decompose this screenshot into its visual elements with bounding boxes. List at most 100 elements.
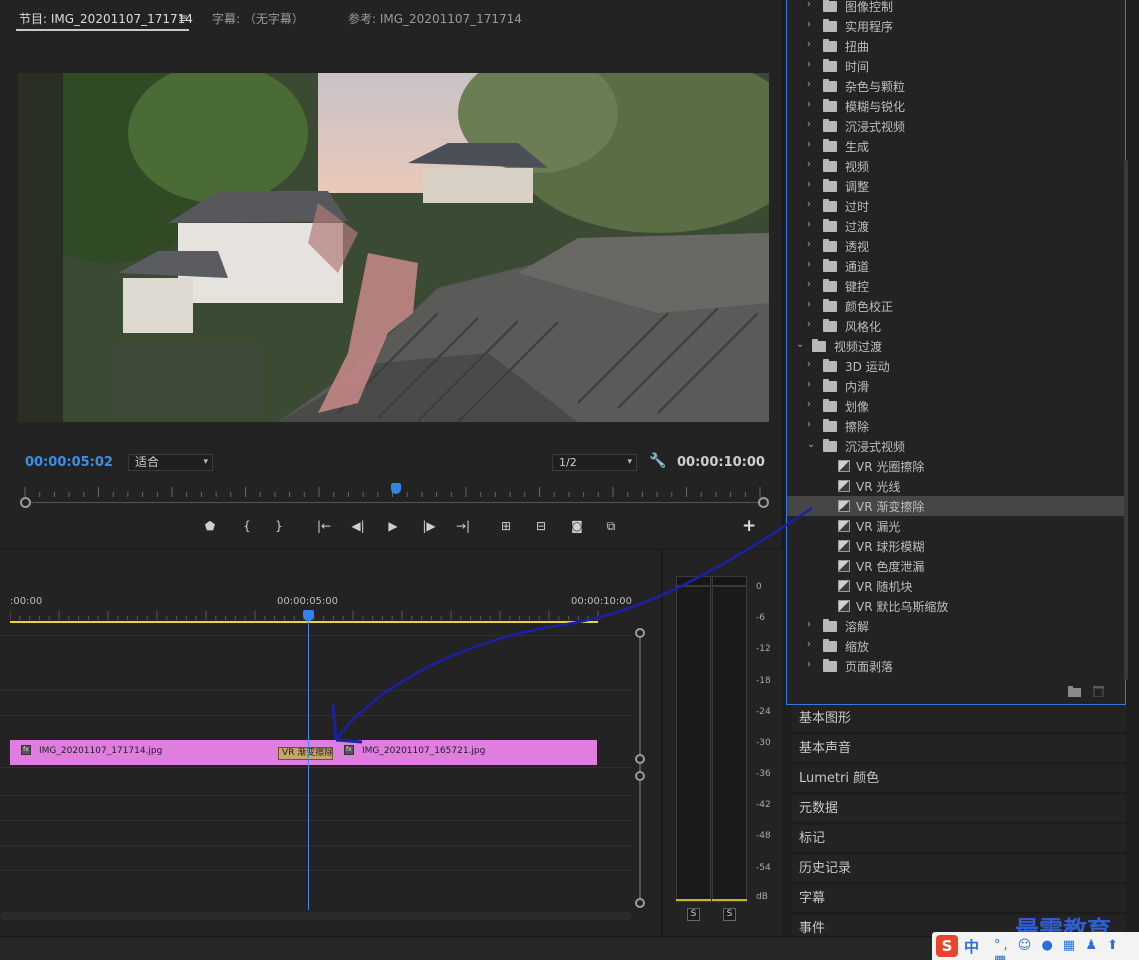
effect-folder[interactable]: › 调整	[787, 176, 1125, 196]
go-to-in-icon[interactable]: |←	[313, 516, 335, 536]
effect-folder[interactable]: › 杂色与颗粒	[787, 76, 1125, 96]
chevron-right-icon: ›	[807, 79, 811, 90]
transition-folder[interactable]: › 缩放	[787, 636, 1125, 656]
transition-folder[interactable]: › 3D 运动	[787, 356, 1125, 376]
effect-folder[interactable]: › 透视	[787, 236, 1125, 256]
horizontal-scrollbar[interactable]	[0, 912, 632, 920]
transition-folder[interactable]: › 划像	[787, 396, 1125, 416]
ime-toolbar[interactable]: S 中 °, ☺ ● ▦ ♟ ⬆ ▦	[932, 932, 1139, 960]
video-frame[interactable]	[18, 73, 769, 422]
work-area-bar[interactable]	[10, 621, 598, 623]
effect-folder[interactable]: › 沉浸式视频	[787, 116, 1125, 136]
folder-label: 划像	[845, 400, 870, 414]
effect-folder[interactable]: › 视频	[787, 156, 1125, 176]
timeline-playhead-line	[308, 617, 309, 910]
transition-item-selected[interactable]: VR 渐变擦除	[787, 496, 1125, 516]
transition-on-clip[interactable]: VR 渐变擦除	[278, 747, 333, 760]
fx-icon: fx	[344, 745, 354, 755]
transition-folder[interactable]: › 擦除	[787, 416, 1125, 436]
transition-effect-icon	[838, 500, 850, 512]
mark-out-icon[interactable]: }	[268, 516, 290, 536]
transition-item[interactable]: VR 球形模糊	[787, 536, 1125, 556]
transition-item[interactable]: VR 漏光	[787, 516, 1125, 536]
chevron-right-icon: ›	[807, 219, 811, 230]
track-scrollbar[interactable]	[639, 633, 641, 903]
tab-program[interactable]: 节目: IMG_20201107_171714	[19, 10, 193, 27]
panel-essential-graphics[interactable]: 基本图形	[792, 705, 1126, 733]
ime-tools-icon[interactable]: °, ☺ ● ▦ ♟ ⬆ ▦	[994, 938, 1139, 960]
panel-captions[interactable]: 字幕	[792, 885, 1126, 913]
transition-folder-immersive[interactable]: ⌄ 沉浸式视频	[787, 436, 1125, 456]
transition-folder[interactable]: › 页面剥落	[787, 656, 1125, 676]
zoom-fit-value: 适合	[135, 455, 160, 469]
trash-icon[interactable]	[1092, 686, 1105, 697]
folder-label: 3D 运动	[845, 360, 890, 374]
effect-folder-image-control[interactable]: › 图像控制	[787, 0, 1125, 16]
panel-essential-sound[interactable]: 基本声音	[792, 735, 1126, 763]
solo-left-button[interactable]: S	[687, 908, 700, 921]
solo-right-button[interactable]: S	[723, 908, 736, 921]
extract-icon[interactable]: ⊟	[530, 516, 552, 536]
panel-markers[interactable]: 标记	[792, 825, 1126, 853]
zoom-fit-select[interactable]: 适合 ▾	[128, 454, 213, 471]
tab-captions[interactable]: 字幕: （无字幕）	[212, 10, 304, 27]
monitor-playhead[interactable]	[391, 483, 401, 494]
timeline-playhead[interactable]	[303, 610, 314, 621]
chevron-right-icon: ›	[807, 0, 811, 10]
scrub-bar[interactable]	[25, 502, 763, 503]
video-clip-1[interactable]: fx IMG_20201107_171714.jpg	[10, 740, 306, 765]
transition-folder[interactable]: › 内滑	[787, 376, 1125, 396]
panel-metadata[interactable]: 元数据	[792, 795, 1126, 823]
current-timecode[interactable]: 00:00:05:02	[25, 455, 113, 470]
ime-mode[interactable]: 中	[964, 936, 979, 957]
effect-folder[interactable]: › 实用程序	[787, 16, 1125, 36]
step-back-icon[interactable]: ◀|	[347, 516, 369, 536]
export-frame-camera-icon[interactable]: ◙	[566, 516, 588, 536]
effect-folder[interactable]: › 模糊与锐化	[787, 96, 1125, 116]
transition-folder[interactable]: › 溶解	[787, 616, 1125, 636]
new-bin-folder-icon[interactable]	[1068, 686, 1081, 697]
step-forward-icon[interactable]: |▶	[418, 516, 440, 536]
transition-label: VR 渐变擦除	[856, 500, 925, 514]
play-icon[interactable]: ▶	[382, 516, 404, 536]
effect-folder[interactable]: › 生成	[787, 136, 1125, 156]
transition-item[interactable]: VR 光圈擦除	[787, 456, 1125, 476]
effects-scrollbar[interactable]	[1124, 160, 1128, 680]
go-to-out-icon[interactable]: →|	[452, 516, 474, 536]
button-editor-plus-icon[interactable]: +	[742, 516, 756, 536]
effect-folder[interactable]: › 通道	[787, 256, 1125, 276]
panel-history[interactable]: 历史记录	[792, 855, 1126, 883]
settings-wrench-icon[interactable]: 🔧	[649, 453, 666, 469]
effect-folder[interactable]: › 颜色校正	[787, 296, 1125, 316]
scroll-handle[interactable]	[635, 898, 645, 908]
folder-icon	[823, 239, 837, 252]
tab-reference[interactable]: 参考: IMG_20201107_171714	[348, 10, 522, 27]
folder-label: 过时	[845, 200, 870, 214]
transition-item[interactable]: VR 光线	[787, 476, 1125, 496]
effect-folder[interactable]: › 时间	[787, 56, 1125, 76]
scroll-handle[interactable]	[635, 771, 645, 781]
transition-effect-icon	[838, 580, 850, 592]
effect-folder-video-transitions[interactable]: ⌄ 视频过渡	[787, 336, 1125, 356]
transition-item[interactable]: VR 默比乌斯缩放	[787, 596, 1125, 616]
scroll-handle[interactable]	[635, 628, 645, 638]
scrub-start-handle[interactable]	[20, 497, 31, 508]
lift-icon[interactable]: ⊞	[495, 516, 517, 536]
ime-logo-icon[interactable]: S	[936, 935, 958, 957]
transition-item[interactable]: VR 色度泄漏	[787, 556, 1125, 576]
add-marker-icon[interactable]: ⬟	[199, 516, 221, 536]
effect-folder[interactable]: › 风格化	[787, 316, 1125, 336]
panel-menu-icon[interactable]: ≡	[178, 11, 188, 25]
video-clip-2[interactable]: fx IMG_20201107_165721.jpg	[306, 740, 597, 765]
effect-folder[interactable]: › 扭曲	[787, 36, 1125, 56]
effect-folder[interactable]: › 过渡	[787, 216, 1125, 236]
effect-folder[interactable]: › 过时	[787, 196, 1125, 216]
comparison-view-icon[interactable]: ⧉	[600, 516, 622, 536]
scrub-end-handle[interactable]	[758, 497, 769, 508]
transition-item[interactable]: VR 随机块	[787, 576, 1125, 596]
panel-lumetri-color[interactable]: Lumetri 颜色	[792, 765, 1126, 793]
playback-resolution-select[interactable]: 1/2 ▾	[552, 454, 637, 471]
mark-in-icon[interactable]: {	[236, 516, 258, 536]
scroll-handle[interactable]	[635, 754, 645, 764]
effect-folder[interactable]: › 键控	[787, 276, 1125, 296]
